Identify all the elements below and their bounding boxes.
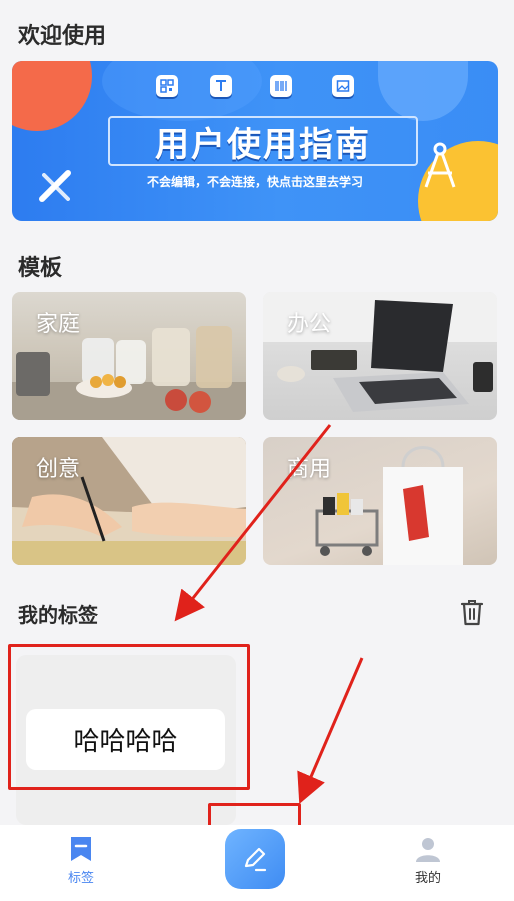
welcome-title: 欢迎使用 [18,24,107,49]
nav-tab-label: 我的 [414,871,441,886]
nav-tab-label: 标签 [67,871,94,886]
delete-button[interactable] [460,598,484,628]
edit-pencil-icon [244,847,267,872]
template-card-business[interactable]: 商用 [263,437,497,565]
annotation-arrow [297,657,364,805]
compass-icon [424,142,456,188]
trash-icon [460,600,484,626]
template-label: 办公 [287,312,332,337]
template-label: 家庭 [36,312,81,337]
nav-tab-tags[interactable]: 标签 [51,835,111,886]
barcode-icon [270,75,292,97]
my-tags-title: 我的标签 [18,603,98,627]
pencil-ruler-icon [39,170,71,202]
image-icon [332,75,354,97]
banner-decor [12,61,92,131]
templates-title: 模板 [18,256,63,281]
banner-title: 用户使用指南 [108,116,418,166]
annotation-box-tag [8,644,250,790]
user-guide-banner[interactable]: 用户使用指南 不会编辑，不会连接，快点击这里去学习 [12,61,498,221]
banner-decor [378,61,468,121]
template-card-office[interactable]: 办公 [263,292,497,420]
template-card-home[interactable]: 家庭 [12,292,246,420]
nav-tab-mine[interactable]: 我的 [398,835,458,886]
template-label: 商用 [287,457,332,482]
create-label-button[interactable] [225,829,285,889]
qr-code-icon [156,75,178,97]
template-label: 创意 [36,457,81,482]
template-card-creative[interactable]: 创意 [12,437,246,565]
banner-decor [102,61,262,121]
user-icon [416,838,440,862]
bookmark-icon [71,837,91,861]
text-tool-icon [210,75,232,97]
